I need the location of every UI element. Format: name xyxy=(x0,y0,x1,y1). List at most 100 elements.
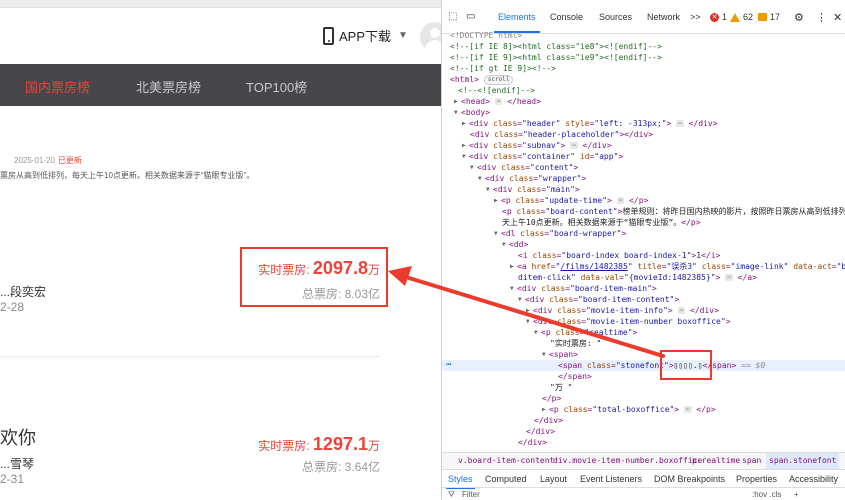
dom-line[interactable]: ▼ <div class="wrapper"> xyxy=(478,173,845,184)
filter-row: ⛛ Filter :hov .cls + xyxy=(442,487,845,500)
kebab-menu-icon[interactable]: ⋮ xyxy=(816,11,827,24)
realtime-unit: 万 xyxy=(367,439,380,453)
realtime-value: 1297.1 xyxy=(312,434,368,454)
info-count[interactable]: 17 xyxy=(758,12,780,22)
web-page: APP下载 ▼ 国内票房榜 北美票房榜 TOP100榜 2025-01-20 已更… xyxy=(0,0,441,500)
tab-dom-breakpoints[interactable]: DOM Breakpoints xyxy=(654,474,725,484)
scroll-badge[interactable]: scroll xyxy=(483,75,514,85)
dom-line[interactable]: <!--[if gt IE 9]><!--> xyxy=(450,63,845,74)
caret-down-icon: ▼ xyxy=(398,30,408,41)
movie-release-date: 2-31 xyxy=(0,472,25,486)
tab-layout[interactable]: Layout xyxy=(540,474,567,484)
dom-line[interactable]: <!--[if IE 9]><html class="ie9"><![endif… xyxy=(450,52,845,63)
inspect-element-icon[interactable]: ⬚ xyxy=(448,11,457,22)
error-icon: ✕ xyxy=(710,12,719,22)
tab-na-box-office[interactable]: 北美票房榜 xyxy=(136,77,201,96)
dom-line[interactable]: </div> xyxy=(534,415,845,426)
filter-input[interactable]: Filter xyxy=(462,490,480,499)
info-icon xyxy=(758,13,767,21)
annotation-box-stonefont xyxy=(660,350,712,380)
dom-line[interactable]: ▼ <dd> xyxy=(502,239,845,250)
dom-line-head[interactable]: ▶ <head> ⋯ </head> xyxy=(454,96,845,107)
dom-line[interactable]: ▶ <div class="header" style="left: -313px… xyxy=(462,118,845,129)
dom-line[interactable]: ▶ <p class="update-time"> ⋯ </p> xyxy=(494,195,845,206)
tab-accessibility[interactable]: Accessibility xyxy=(789,474,838,484)
dom-line[interactable]: </p> xyxy=(542,393,845,404)
dom-line[interactable]: ▼ <div class="board-item-main"> xyxy=(510,283,845,294)
dom-line[interactable]: ▶ <div class="movie-item-info"> ⋯ </div> xyxy=(526,305,845,316)
dom-line[interactable]: </div> xyxy=(518,437,845,448)
breadcrumb-item[interactable]: p.realtime xyxy=(692,453,740,469)
dom-line[interactable]: <!--<![endif]--> xyxy=(458,85,845,96)
dom-line[interactable]: "万 " xyxy=(550,382,845,393)
tab-network[interactable]: Network xyxy=(647,12,680,22)
tab-elements[interactable]: Elements xyxy=(494,12,540,33)
dom-line[interactable]: 天上午10点更新。相关数据来源于“猫眼专业版”。</p> xyxy=(502,217,845,228)
filter-icon: ⛛ xyxy=(448,490,455,499)
board-content: 票房从高到低排列，每天上午10点更新。相关数据来源于“猫眼专业版”。 xyxy=(0,171,255,180)
dom-line[interactable]: ▶ <div class="subnav"> ⋯ </div> xyxy=(462,140,845,151)
dom-line[interactable]: ▼ <div class="movie-item-number boxoffice… xyxy=(526,316,845,327)
hov-cls-toggle[interactable]: :hov .cls xyxy=(752,490,781,499)
movie-star: ...段奕宏 xyxy=(0,285,47,299)
board-subnav: 国内票房榜 北美票房榜 TOP100榜 xyxy=(0,64,441,106)
dom-line-selected[interactable]: ⋯ <span class="stonefont">▯▯▯▯.▯</span> … xyxy=(442,360,845,372)
app-download-menu[interactable]: APP下载 ▼ xyxy=(323,26,408,45)
dom-line[interactable]: ▼ <dl class="board-wrapper"> xyxy=(494,228,845,239)
update-time: 2025-01-20 已更新 xyxy=(14,155,82,166)
close-icon[interactable]: ✕ xyxy=(833,11,842,24)
tab-console[interactable]: Console xyxy=(550,12,583,22)
breadcrumb-item[interactable]: span xyxy=(742,453,761,469)
tab-top100[interactable]: TOP100榜 xyxy=(246,77,307,96)
dom-tree[interactable]: <!DOCTYPE html> <!--[if IE 8]><html clas… xyxy=(442,28,845,452)
movie-release-date: 2-28 xyxy=(0,300,25,314)
total-box-office: 总票房: 3.64亿 xyxy=(301,460,380,474)
realtime-label: 实时票房: xyxy=(258,439,310,453)
breadcrumb-item-current[interactable]: span.stonefont xyxy=(766,453,840,469)
movie-star: ...雪琴 xyxy=(0,457,35,471)
styles-tabbar: Styles Computed Layout Event Listeners D… xyxy=(442,469,845,489)
avatar[interactable] xyxy=(420,22,441,52)
phone-icon xyxy=(323,26,334,45)
add-rule-icon[interactable]: + xyxy=(794,490,799,499)
dom-line-html[interactable]: <html> scroll xyxy=(450,74,845,85)
breadcrumb: v.board-item-content div.movie-item-numb… xyxy=(442,452,845,469)
dom-line[interactable]: </div> xyxy=(526,426,845,437)
dom-line[interactable]: ▼ <div class="board-item-content"> xyxy=(518,294,845,305)
tab-styles[interactable]: Styles xyxy=(446,474,475,489)
dom-line[interactable]: ▼ <div class="main"> xyxy=(486,184,845,195)
dom-line[interactable]: <i class="board-index board-index-1">1</… xyxy=(518,250,845,261)
more-tabs-button[interactable]: >> xyxy=(690,12,701,22)
warning-count[interactable]: 62 xyxy=(730,12,753,22)
update-status: 已更新 xyxy=(57,156,82,165)
dom-line[interactable]: ▶ <a href="/films/1482385" title="误杀3" cl… xyxy=(510,261,845,272)
warning-icon xyxy=(730,12,740,22)
error-count[interactable]: ✕ 1 xyxy=(710,12,727,22)
update-date: 2025-01-20 xyxy=(14,156,55,165)
tab-properties[interactable]: Properties xyxy=(736,474,777,484)
dom-line[interactable]: <p class="board-content">榜单规则：将昨日国内热映的影片… xyxy=(502,206,845,217)
dom-line[interactable]: <!--[if IE 8]><html class="ie8"><![endif… xyxy=(450,41,845,52)
dom-line[interactable]: ▶ <p class="total-boxoffice"> ⋯ </p> xyxy=(542,404,845,415)
device-toggle-icon[interactable]: ▭ xyxy=(466,11,475,22)
divider xyxy=(0,356,380,357)
dom-line[interactable]: ▼ <div class="content"> xyxy=(470,162,845,173)
tab-computed[interactable]: Computed xyxy=(485,474,527,484)
dom-line[interactable]: <div class="header-placeholder"></div> xyxy=(470,129,845,140)
realtime-box-office: 实时票房: 1297.1万 xyxy=(258,434,380,455)
dom-line[interactable]: ▼ <div class="container" id="app"> xyxy=(462,151,845,162)
tab-domestic-box-office[interactable]: 国内票房榜 xyxy=(25,77,90,96)
dom-line[interactable]: "实时票房: " xyxy=(550,338,845,349)
gear-icon[interactable]: ⚙ xyxy=(794,11,804,24)
selected-node-marker: ⋯ xyxy=(446,360,452,370)
breadcrumb-item[interactable]: v.board-item-content xyxy=(458,453,554,469)
dom-line[interactable]: ditem-click" data-val="{movieId:1482385}… xyxy=(518,272,845,283)
movie-title[interactable]: 欢你 xyxy=(0,424,36,450)
dom-line[interactable]: <!DOCTYPE html> xyxy=(450,30,845,41)
tab-event-listeners[interactable]: Event Listeners xyxy=(580,474,642,484)
breadcrumb-item[interactable]: div.movie-item-number.boxoffice xyxy=(553,453,702,469)
dom-line[interactable]: ▼ <p class="realtime"> xyxy=(534,327,845,338)
annotation-box-realtime xyxy=(240,247,388,307)
dom-line-body[interactable]: ▼ <body> xyxy=(454,107,845,118)
tab-sources[interactable]: Sources xyxy=(599,12,632,22)
